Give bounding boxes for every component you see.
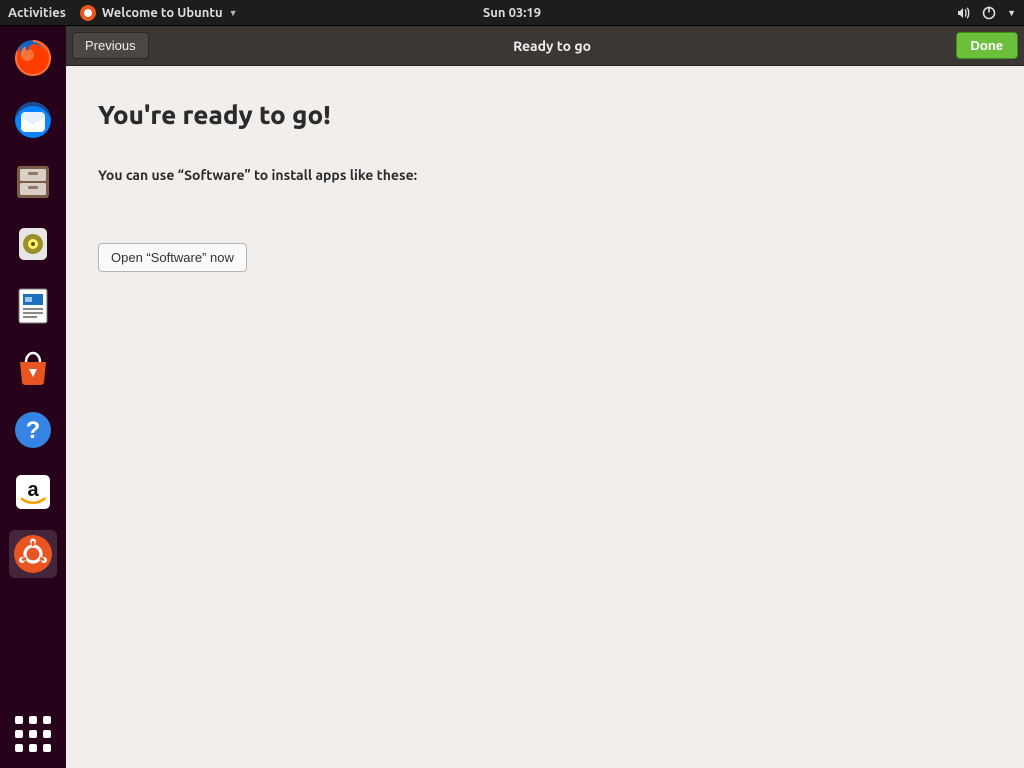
dock-firefox[interactable] xyxy=(9,34,57,82)
volume-icon xyxy=(955,5,971,21)
gnome-topbar: Activities Welcome to Ubuntu ▼ Sun 03:19… xyxy=(0,0,1024,26)
ubuntu-logo-icon xyxy=(11,532,55,576)
page-heading: You're ready to go! xyxy=(98,100,992,129)
dock-writer[interactable] xyxy=(9,282,57,330)
power-icon xyxy=(981,5,997,21)
speaker-icon xyxy=(11,222,55,266)
app-menu[interactable]: Welcome to Ubuntu ▼ xyxy=(80,5,238,21)
dock-rhythmbox[interactable] xyxy=(9,220,57,268)
dock-help[interactable]: ? xyxy=(9,406,57,454)
previous-button[interactable]: Previous xyxy=(72,32,149,59)
ubuntu-logo-icon xyxy=(80,5,96,21)
chevron-down-icon: ▼ xyxy=(229,8,238,18)
amazon-icon: a xyxy=(11,470,55,514)
file-cabinet-icon xyxy=(11,160,55,204)
shopping-bag-icon xyxy=(11,346,55,390)
ubuntu-dock: ? a xyxy=(0,26,66,768)
activities-button[interactable]: Activities xyxy=(8,6,66,20)
system-tray[interactable]: ▼ xyxy=(955,5,1016,21)
done-button[interactable]: Done xyxy=(956,32,1019,59)
page-subheading: You can use “Software” to install apps l… xyxy=(98,167,992,183)
help-icon: ? xyxy=(11,408,55,452)
dock-software[interactable] xyxy=(9,344,57,392)
show-applications-button[interactable] xyxy=(9,710,57,758)
dock-thunderbird[interactable] xyxy=(9,96,57,144)
chevron-down-icon: ▼ xyxy=(1007,8,1016,18)
svg-text:?: ? xyxy=(26,417,41,444)
document-icon xyxy=(11,284,55,328)
thunderbird-icon xyxy=(11,98,55,142)
app-menu-label: Welcome to Ubuntu xyxy=(102,6,223,20)
clock-label[interactable]: Sun 03:19 xyxy=(483,6,541,20)
dock-welcome[interactable] xyxy=(9,530,57,578)
dock-files[interactable] xyxy=(9,158,57,206)
dock-amazon[interactable]: a xyxy=(9,468,57,516)
welcome-content: You're ready to go! You can use “Softwar… xyxy=(66,66,1024,768)
svg-text:a: a xyxy=(27,479,39,501)
firefox-icon xyxy=(11,36,55,80)
window-headerbar: Previous Ready to go Done xyxy=(66,26,1024,66)
open-software-button[interactable]: Open “Software” now xyxy=(98,243,247,272)
headerbar-title: Ready to go xyxy=(149,38,956,54)
